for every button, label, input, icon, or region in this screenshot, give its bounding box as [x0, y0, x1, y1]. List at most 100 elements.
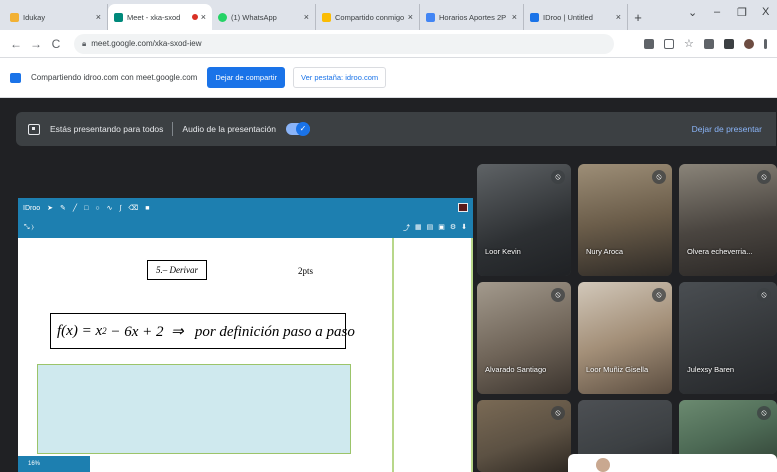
participant-name: Alvarado Santiago [485, 365, 547, 374]
close-tab-icon[interactable]: × [304, 12, 309, 22]
line-tool-icon[interactable]: ╱ [73, 204, 77, 212]
share-icon[interactable] [664, 38, 674, 49]
star-icon[interactable]: ☆ [684, 38, 694, 49]
new-tab-button[interactable]: + [628, 4, 648, 30]
idroo-logo: IDroo [23, 204, 41, 212]
url-input[interactable]: 🔒︎ meet.google.com/xka-sxod-iew [74, 33, 614, 54]
forward-button[interactable]: → [28, 37, 44, 51]
mic-off-icon: ⦸ [551, 406, 565, 420]
participant-tile[interactable]: ⦸ Julexsy Baren [679, 282, 777, 394]
menu-icon[interactable] [764, 38, 767, 49]
participant-tile[interactable]: ⦸ Nury Aroca [578, 164, 672, 276]
cast-icon[interactable] [644, 38, 654, 49]
tab-strip: Idukay × Meet - xka-sxod × (1) WhatsApp … [0, 0, 777, 30]
participant-tile[interactable]: ⦸ Loor Kevin [477, 164, 571, 276]
grid-icon[interactable]: ▦ [415, 223, 422, 233]
meet-favicon-icon [114, 12, 123, 22]
participant-tile[interactable]: ⦸ Alvarado Santiago [477, 282, 571, 394]
pen-tool-icon[interactable]: ✎ [60, 204, 66, 212]
zoom-value: 16% [28, 461, 41, 467]
mic-off-icon: ⦸ [757, 170, 771, 184]
recording-dot-icon [191, 14, 198, 20]
toolbar-icons: ☆ [644, 38, 767, 49]
meet-page: Estás presentando para todos Audio de la… [0, 98, 777, 472]
zoom-indicator[interactable]: 16% [18, 456, 90, 472]
puzzle-icon[interactable] [724, 38, 734, 49]
presenting-bar: Estás presentando para todos Audio de la… [16, 112, 776, 146]
download-icon[interactable]: ⬇ [461, 223, 467, 233]
eraser-tool-icon[interactable]: ⌫ [128, 204, 138, 212]
sharing-text: Compartiendo idroo.com con meet.google.c… [31, 73, 198, 82]
avatar [596, 458, 610, 472]
settings-icon[interactable]: ⚙ [450, 223, 456, 233]
minimize-button[interactable]: – [714, 6, 720, 18]
whatsapp-favicon-icon [218, 12, 227, 22]
tab-label: Compartido conmigo [335, 12, 405, 22]
presented-screen: IDroo ➤ ✎ ╱ □ ○ ∿ ∫ ⌫ ■ ⤡ ⟩ ⤴ ▦ ▤ ▣ ⚙ ⬇ [18, 198, 473, 472]
browser-tab-whatsapp[interactable]: (1) WhatsApp × [212, 4, 316, 30]
idroo-favicon-icon [530, 12, 539, 22]
whiteboard-canvas[interactable]: 5.– Derivar 2pts f(x) = x2 − 6x + 2 ⇒ po… [18, 238, 473, 472]
pointer-tool-icon[interactable]: ➤ [47, 204, 53, 212]
collapse-icon[interactable]: ⤡ ⟩ [24, 224, 34, 232]
participant-tile[interactable]: ⦸ Olvera echeverria... [679, 164, 777, 276]
whiteboard-toolbar: IDroo ➤ ✎ ╱ □ ○ ∿ ∫ ⌫ ■ [18, 198, 473, 218]
formula-lhs: f(x) = x [57, 322, 103, 339]
formula-rhs: − 6x + 2 ⇒ por definición paso a paso [106, 323, 355, 340]
tab-search-chevron-icon[interactable]: ⌄ [688, 6, 697, 19]
participant-tile[interactable]: ⦸ Loor Muñiz Gisella [578, 282, 672, 394]
participant-tile[interactable]: ⦸ [477, 400, 571, 472]
divider [172, 122, 174, 136]
participant-name: Julexsy Baren [687, 365, 735, 374]
formula-tool-icon[interactable]: ∫ [119, 205, 121, 212]
tab-label: Idukay [23, 12, 46, 22]
browser-tab-meet[interactable]: Meet - xka-sxod × [108, 4, 212, 30]
mic-off-icon: ⦸ [652, 288, 666, 302]
color-picker-icon[interactable]: ■ [145, 205, 149, 212]
close-tab-icon[interactable]: × [201, 12, 206, 22]
presenting-label: Estás presentando para todos [50, 124, 164, 134]
close-tab-icon[interactable]: × [616, 12, 621, 22]
browser-tab-idukay[interactable]: Idukay × [4, 4, 108, 30]
lock-icon[interactable]: 🔒︎ [82, 39, 86, 49]
browser-tab-idroo[interactable]: IDroo | Untitled × [524, 4, 628, 30]
browser-tab-horarios[interactable]: Horarios Aportes 2P × [420, 4, 524, 30]
close-tab-icon[interactable]: × [96, 12, 101, 22]
task-label: 5.– Derivar [147, 260, 207, 280]
profile-icon[interactable] [744, 38, 754, 49]
maximize-button[interactable]: ❐ [737, 6, 747, 19]
wave-tool-icon[interactable]: ∿ [107, 204, 113, 212]
close-window-button[interactable]: X [762, 6, 769, 18]
stop-square-icon[interactable] [458, 203, 468, 212]
share-board-icon[interactable]: ⤴ [403, 223, 410, 233]
audio-toggle[interactable]: ✓ [286, 122, 310, 136]
browser-tab-drive[interactable]: Compartido conmigo × [316, 4, 420, 30]
tab-label: Horarios Aportes 2P [439, 12, 507, 22]
tab-label: Meet - xka-sxod [127, 12, 181, 22]
address-bar: ← → C 🔒︎ meet.google.com/xka-sxod-iew ☆ [0, 30, 777, 58]
participant-name: Olvera echeverria... [687, 247, 753, 256]
drive-favicon-icon [322, 12, 331, 22]
extension-icon[interactable] [704, 38, 714, 49]
answer-area[interactable] [37, 364, 351, 454]
ellipse-tool-icon[interactable]: ○ [95, 205, 99, 212]
reload-button[interactable]: C [48, 37, 64, 51]
participant-name: Loor Muñiz Gisella [586, 365, 649, 374]
mic-off-icon: ⦸ [757, 288, 771, 302]
rectangle-tool-icon[interactable]: □ [84, 205, 88, 212]
close-tab-icon[interactable]: × [512, 12, 517, 22]
gallery-icon[interactable]: ▣ [438, 223, 445, 233]
board-actions: ⤴ ▦ ▤ ▣ ⚙ ⬇ [403, 223, 467, 233]
view-tab-button[interactable]: Ver pestaña: idroo.com [293, 67, 387, 88]
mic-off-icon: ⦸ [757, 406, 771, 420]
sharing-bar: Compartiendo idroo.com con meet.google.c… [0, 58, 777, 98]
back-button[interactable]: ← [8, 37, 24, 51]
stop-presenting-button[interactable]: Dejar de presentar [692, 124, 762, 134]
formula-box: f(x) = x2 − 6x + 2 ⇒ por definición paso… [50, 313, 355, 349]
mic-off-icon: ⦸ [652, 170, 666, 184]
self-view-popup[interactable] [568, 454, 777, 472]
close-tab-icon[interactable]: × [408, 12, 413, 22]
stop-sharing-button[interactable]: Dejar de compartir [207, 67, 286, 88]
screen-share-icon [10, 72, 21, 83]
pages-icon[interactable]: ▤ [427, 223, 434, 233]
